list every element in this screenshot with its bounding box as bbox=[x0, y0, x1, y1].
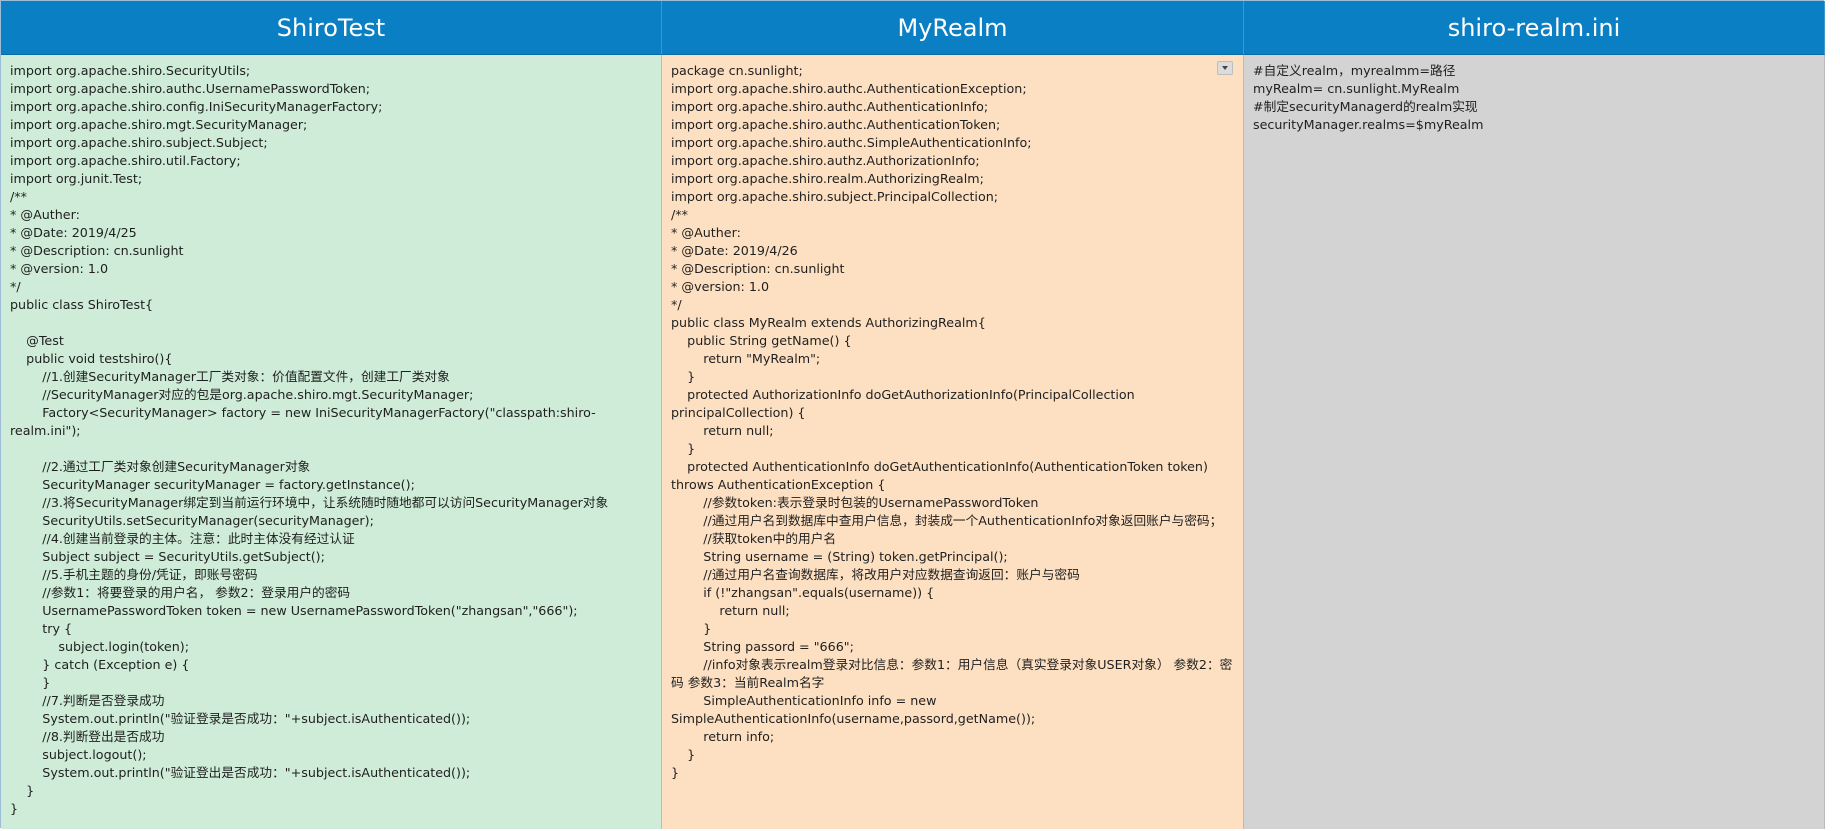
column-header-shiro-realm-ini: shiro-realm.ini bbox=[1244, 1, 1825, 55]
chevron-down-icon bbox=[1222, 66, 1228, 70]
column-header-shirotest: ShiroTest bbox=[1, 1, 662, 55]
code-text-shiro-realm-ini: #自定义realm，myrealmm=路径 myRealm= cn.sunlig… bbox=[1253, 63, 1484, 132]
column-shirotest: ShiroTest import org.apache.shiro.Securi… bbox=[1, 1, 662, 829]
code-panel-myrealm[interactable]: package cn.sunlight; import org.apache.s… bbox=[662, 55, 1244, 829]
code-panel-shirotest[interactable]: import org.apache.shiro.SecurityUtils; i… bbox=[1, 55, 662, 829]
column-header-myrealm: MyRealm bbox=[662, 1, 1244, 55]
code-text-myrealm: package cn.sunlight; import org.apache.s… bbox=[671, 63, 1233, 780]
code-text-shirotest: import org.apache.shiro.SecurityUtils; i… bbox=[10, 63, 609, 816]
comparison-table: ShiroTest import org.apache.shiro.Securi… bbox=[0, 0, 1825, 829]
column-myrealm: MyRealm package cn.sunlight; import org.… bbox=[662, 1, 1244, 829]
column-shiro-realm-ini: shiro-realm.ini #自定义realm，myrealmm=路径 my… bbox=[1244, 1, 1825, 829]
code-options-button[interactable] bbox=[1217, 61, 1233, 75]
code-panel-shiro-realm-ini[interactable]: #自定义realm，myrealmm=路径 myRealm= cn.sunlig… bbox=[1244, 55, 1825, 829]
